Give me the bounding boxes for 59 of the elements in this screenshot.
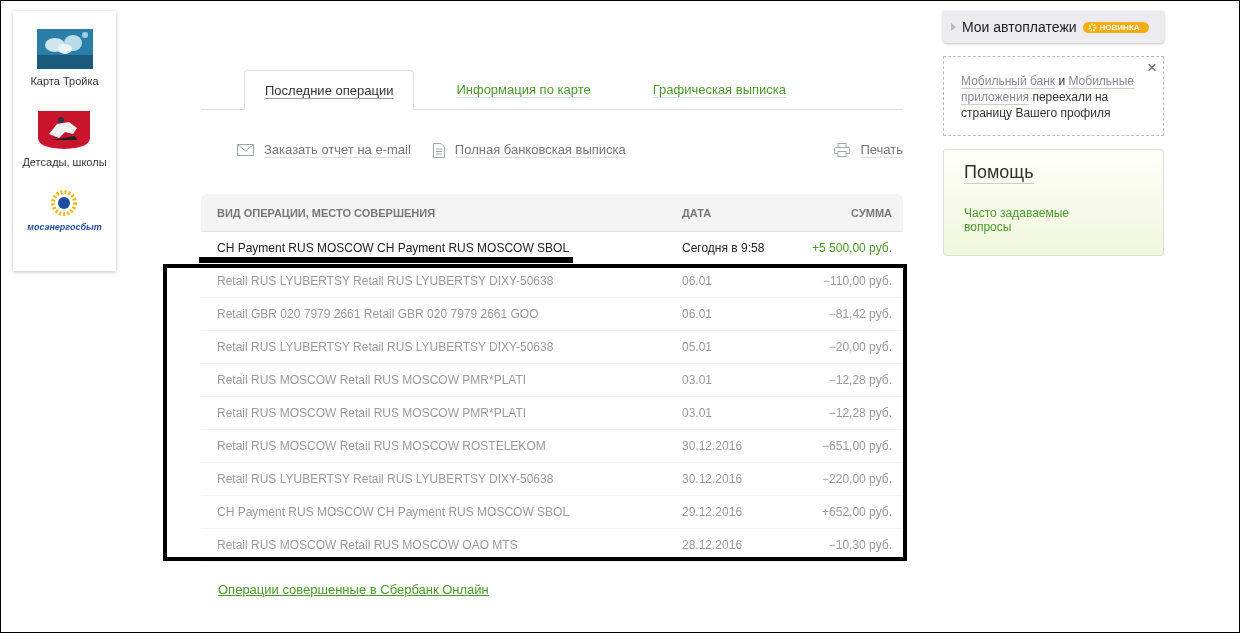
table-cell-text: CH Payment RUS MOSCOW CH Payment RUS MOSCOW SBOL — [216, 505, 571, 519]
printer-icon — [834, 143, 851, 157]
table-cell-text: −651,00 руб. — [821, 439, 893, 453]
table-cell-text: −220,00 руб. — [821, 472, 893, 486]
table-cell-text: −81,42 руб. — [827, 307, 893, 321]
table-cell-text: −20,00 руб. — [827, 340, 893, 354]
tab[interactable]: Графическая выписка — [632, 70, 807, 109]
table-cell-text: 30.12.2016 — [682, 472, 744, 486]
table-cell-text: 03.01 — [682, 373, 714, 387]
notice-link[interactable]: Мобильный банк — [961, 74, 1056, 89]
action-link[interactable]: Заказать отчет на e-mail — [264, 142, 411, 158]
table-cell-text: Retail RUS LYUBERTSY Retail RUS LYUBERTSY DIXY-50638 — [216, 274, 555, 288]
table-cell-text: Retail RUS MOSCOW Retail RUS MOSCOW PMR*PLATI — [216, 406, 528, 420]
table-cell-text: 05.01 — [682, 340, 714, 354]
table-cell-text: −110,00 руб. — [821, 274, 893, 288]
autopay-label: Мои автоплатежи — [962, 19, 1077, 35]
table-cell-text: Retail GBR 020 7979 2661 Retail GBR 020 7979 2661 GOO — [216, 307, 540, 321]
table-cell-text: Retail RUS MOSCOW Retail RUS MOSCOW PMR*PLATI — [216, 373, 528, 387]
table-cell-text: Сегодня в 9:58 — [682, 241, 766, 255]
badge-text: НОВИНКА — [1099, 22, 1140, 32]
table-cell-text: CH Payment RUS MOSCOW CH Payment RUS MOSCOW SBOL — [216, 241, 571, 255]
sidebar-link[interactable]: Детсады, школы — [22, 155, 107, 168]
table-cell-text: −12,28 руб. — [827, 373, 893, 387]
table-cell-text: 03.01 — [682, 406, 714, 420]
online-operations-link[interactable]: Операции совершенные в Сбербанк Онлайн — [218, 582, 903, 597]
triangle-icon — [951, 23, 956, 31]
tab[interactable]: Последние операции — [244, 70, 415, 111]
envelope-icon — [237, 144, 254, 156]
column-header: ВИД ОПЕРАЦИИ, МЕСТО СОВЕРШЕНИЯ — [216, 206, 437, 219]
coat-of-arms-icon — [37, 109, 92, 150]
notice-link[interactable]: приложения — [961, 90, 1030, 105]
notice-text: Мобильный банк и Мобильные приложения переехали на страницу Вашего профиля — [961, 73, 1136, 121]
document-icon — [432, 142, 445, 158]
table-cell-text: +652,00 руб. — [821, 505, 893, 519]
table-cell-text: 06.01 — [682, 307, 714, 321]
action-link[interactable]: Печать — [860, 142, 903, 158]
help-title: Помощь — [964, 162, 1034, 184]
close-button[interactable]: × — [1147, 59, 1157, 76]
table-cell-text: −10,30 руб. — [827, 538, 893, 552]
table-cell-text: +5 500,00 руб. — [811, 241, 893, 255]
sidebar-link[interactable]: Карта Тройка — [30, 75, 99, 87]
table-cell-text: 06.01 — [682, 274, 714, 288]
sun-logo-icon — [49, 190, 80, 217]
notice-link[interactable]: Мобильные — [1068, 74, 1135, 89]
table-cell-text: Retail RUS LYUBERTSY Retail RUS LYUBERTSY DIXY-50638 — [216, 472, 555, 486]
faq-link[interactable]: Часто задаваемые вопросы — [964, 206, 1084, 234]
autopay-bar[interactable]: Мои автоплатежи НОВИНКА — [943, 11, 1164, 43]
table-cell-text: 30.12.2016 — [682, 439, 744, 453]
table-cell-text: Retail RUS LYUBERTSY Retail RUS LYUBERTSY DIXY-50638 — [216, 340, 555, 354]
table-cell-text: Retail RUS MOSCOW Retail RUS MOSCOW ROSTELEKOM — [216, 439, 547, 453]
tab[interactable]: Информация по карте — [436, 70, 611, 109]
column-header: СУММА — [850, 206, 893, 219]
column-header: ДАТА — [682, 206, 713, 219]
table-cell-text: Retail RUS MOSCOW Retail RUS MOSCOW OAO MTS — [216, 538, 519, 552]
table-cell-text: 29.12.2016 — [682, 505, 744, 519]
table-cell-text: 28.12.2016 — [682, 538, 744, 552]
logo-text: мосэнергосбыт — [27, 222, 102, 233]
action-link[interactable]: Полная банковская выписка — [454, 142, 626, 158]
table-cell-text: −12,28 руб. — [827, 406, 893, 420]
